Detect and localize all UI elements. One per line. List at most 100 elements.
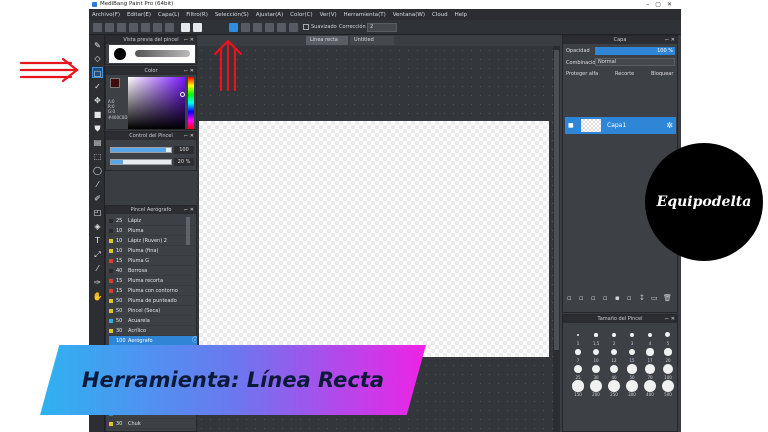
- canvas-scrollbar[interactable]: [553, 46, 560, 432]
- brush-list-item[interactable]: 30 Acrílico: [109, 326, 201, 336]
- brush-size-dot[interactable]: [610, 348, 618, 356]
- text-tool-icon[interactable]: T: [92, 235, 103, 246]
- brush-list-scrollbar[interactable]: [186, 217, 190, 245]
- panel-close-icon[interactable]: ⌐ ✕: [184, 132, 194, 140]
- correction-select[interactable]: 2: [367, 23, 397, 32]
- ellipse-mode-icon[interactable]: [277, 23, 286, 32]
- polyline-mode-icon[interactable]: [241, 23, 250, 32]
- brush-size-dot[interactable]: [629, 332, 635, 338]
- brush-list-item[interactable]: 30 Chuk: [109, 419, 201, 429]
- brush-size-slider[interactable]: [110, 147, 172, 153]
- hand-tool-icon[interactable]: ✋: [92, 291, 103, 302]
- pen-tool-icon[interactable]: ✑: [92, 277, 103, 288]
- redo-icon[interactable]: [165, 23, 174, 32]
- panel-close-icon[interactable]: ⌐ ✕: [665, 36, 675, 44]
- brush-size-dot[interactable]: [590, 380, 602, 392]
- brush-size-dot[interactable]: [628, 348, 636, 356]
- brush-size-dot[interactable]: [612, 333, 616, 337]
- antialias-checkbox[interactable]: [303, 24, 309, 30]
- drawing-canvas[interactable]: [199, 121, 549, 357]
- brush-size-dot[interactable]: [644, 380, 656, 392]
- new-folder-icon[interactable]: ▪: [615, 294, 620, 302]
- layer-settings-icon[interactable]: ✲: [666, 117, 673, 134]
- brush-size-dot[interactable]: [662, 363, 674, 375]
- brush-list-item[interactable]: 15 Pluma recorta: [109, 276, 201, 286]
- color-picker-handle[interactable]: [180, 92, 185, 97]
- cloud-icon[interactable]: [117, 23, 126, 32]
- marquee-tool-icon[interactable]: ⬚: [92, 151, 103, 162]
- brush-size-dot[interactable]: [662, 380, 674, 392]
- new-8bit-layer-icon[interactable]: ▫: [591, 294, 596, 302]
- circle-mode-icon[interactable]: [289, 23, 298, 32]
- panel-close-icon[interactable]: ⌐ ✕: [184, 206, 194, 214]
- brush-size-dot[interactable]: [626, 380, 638, 392]
- bucket-tool-icon[interactable]: ⛊: [92, 123, 103, 134]
- select-tool-icon[interactable]: ✓: [92, 81, 103, 92]
- delete-layer-icon[interactable]: 🗑: [663, 294, 672, 302]
- brush-size-dot[interactable]: [575, 349, 581, 355]
- layer-visibility-icon[interactable]: ■: [568, 122, 574, 129]
- brush-size-dot[interactable]: [608, 380, 620, 392]
- new-file-icon[interactable]: [93, 23, 102, 32]
- layer-to-bottom-icon[interactable]: ▭: [651, 294, 658, 302]
- rectangle-mode-icon[interactable]: [265, 23, 274, 32]
- eyedropper-tool-icon[interactable]: ⁄: [92, 263, 103, 274]
- brush-list-item[interactable]: 15 Pluma G: [109, 256, 201, 266]
- brush-size-dot[interactable]: [627, 364, 637, 374]
- brush-size-dot[interactable]: [592, 348, 600, 356]
- curve-mode-icon[interactable]: [253, 23, 262, 32]
- duplicate-layer-icon[interactable]: ▫: [627, 294, 632, 302]
- brush-size-dot[interactable]: [572, 380, 584, 392]
- panel-close-icon[interactable]: ⌐ ✕: [184, 36, 194, 44]
- brush-size-dot[interactable]: [576, 333, 580, 337]
- saturation-value-picker[interactable]: [128, 77, 185, 129]
- brush-size-dot[interactable]: [574, 365, 582, 373]
- layer-opacity-slider[interactable]: 100 %: [595, 47, 675, 55]
- panel-close-icon[interactable]: ⌐ ✕: [184, 67, 194, 75]
- wand-tool-icon[interactable]: ⁄: [92, 179, 103, 190]
- clipping-toggle[interactable]: Recorte: [615, 71, 634, 77]
- print-icon[interactable]: [141, 23, 150, 32]
- move-tool-icon[interactable]: ✥: [92, 95, 103, 106]
- brush-list-item[interactable]: 50 Pincel (Seca): [109, 306, 201, 316]
- brush-list-item[interactable]: 40 Borrosa: [109, 266, 201, 276]
- new-layer-icon[interactable]: ▫: [567, 294, 572, 302]
- brush-list-item[interactable]: 10 Pluma (fina): [109, 246, 201, 256]
- undo-icon[interactable]: [153, 23, 162, 32]
- blend-mode-select[interactable]: Normal: [595, 58, 675, 66]
- brush-list-item[interactable]: 50 Pluma de punteado: [109, 296, 201, 306]
- brush-size-dot[interactable]: [645, 364, 655, 374]
- brush-size-dot[interactable]: [664, 348, 672, 356]
- brush-size-dot[interactable]: [665, 332, 671, 338]
- foreground-color-swatch[interactable]: [110, 78, 120, 88]
- brush-list-item[interactable]: 50 Acuarela: [109, 316, 201, 326]
- operation-tool-icon[interactable]: ⤢: [92, 249, 103, 260]
- fill-rect-tool-icon[interactable]: ■: [92, 109, 103, 120]
- tab-untitled[interactable]: Untitled: [350, 36, 394, 45]
- rotate-left-icon[interactable]: [181, 23, 190, 32]
- divide-tool-icon[interactable]: ◰: [92, 207, 103, 218]
- new-halftone-layer-icon[interactable]: ▫: [579, 294, 584, 302]
- save-icon[interactable]: [129, 23, 138, 32]
- lock-toggle[interactable]: Bloquear: [651, 71, 673, 77]
- rotate-right-icon[interactable]: [193, 23, 202, 32]
- hue-slider[interactable]: [188, 77, 194, 129]
- brush-size-dot[interactable]: [609, 364, 619, 374]
- protect-alpha-toggle[interactable]: Proteger alfa: [566, 71, 598, 77]
- stamp-tool-icon[interactable]: ◈: [92, 221, 103, 232]
- brush-tool-icon[interactable]: ✎: [92, 40, 103, 51]
- brush-list-item[interactable]: 100 Aerógrafo ⓘ: [109, 336, 201, 346]
- merge-down-icon[interactable]: ↧: [639, 294, 645, 302]
- tab-linea-recta[interactable]: Línea recta: [306, 36, 348, 45]
- brush-size-dot[interactable]: [591, 364, 601, 374]
- brush-size-dot[interactable]: [647, 332, 653, 338]
- lasso-tool-icon[interactable]: ◯: [92, 165, 103, 176]
- open-icon[interactable]: [105, 23, 114, 32]
- panel-close-icon[interactable]: ⌐ ✕: [665, 315, 675, 323]
- new-1bit-layer-icon[interactable]: ▫: [603, 294, 608, 302]
- brush-list-item[interactable]: 15 Pluma con contorno: [109, 286, 201, 296]
- layer-row[interactable]: ■ Capa1 ✲: [565, 117, 676, 134]
- window-controls[interactable]: –▢✕: [646, 0, 678, 9]
- select-pen-tool-icon[interactable]: ✐: [92, 193, 103, 204]
- eraser-tool-icon[interactable]: ◇: [92, 53, 103, 64]
